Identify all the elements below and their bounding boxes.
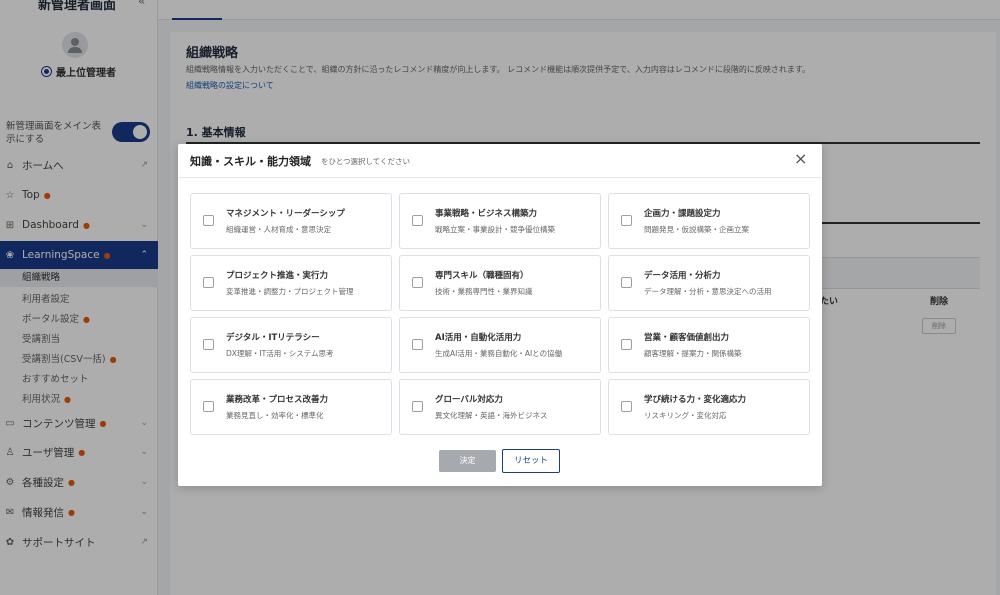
option-checkbox[interactable] <box>203 401 214 412</box>
close-icon[interactable]: × <box>794 151 807 167</box>
option-card[interactable]: 業務改革・プロセス改善力 業務見直し・効率化・標準化 <box>190 379 392 435</box>
option-card[interactable]: 事業戦略・ビジネス構築力 戦略立案・事業設計・競争優位構築 <box>399 193 601 249</box>
option-checkbox[interactable] <box>621 277 632 288</box>
modal-subtitle: をひとつ選択してください <box>321 157 411 166</box>
option-card[interactable]: データ活用・分析力 データ理解・分析・意思決定への活用 <box>608 255 810 311</box>
option-card[interactable]: マネジメント・リーダーシップ 組織運営・人材育成・意思決定 <box>190 193 392 249</box>
option-checkbox[interactable] <box>412 339 423 350</box>
skill-area-modal: 知識・スキル・能力領域 をひとつ選択してください × マネジメント・リーダーシッ… <box>178 144 822 486</box>
option-checkbox[interactable] <box>203 277 214 288</box>
modal-header: 知識・スキル・能力領域 をひとつ選択してください × <box>178 144 822 178</box>
reset-button[interactable]: リセット <box>502 449 560 473</box>
option-card[interactable]: 専門スキル（職種固有） 技術・業務専門性・業界知識 <box>399 255 601 311</box>
modal-title: 知識・スキル・能力領域 <box>190 155 311 168</box>
option-card[interactable]: グローバル対応力 異文化理解・英語・海外ビジネス <box>399 379 601 435</box>
option-card[interactable]: 企画力・課題設定力 問題発見・仮説構築・企画立案 <box>608 193 810 249</box>
option-checkbox[interactable] <box>412 215 423 226</box>
option-checkbox[interactable] <box>203 339 214 350</box>
option-checkbox[interactable] <box>621 401 632 412</box>
option-card[interactable]: AI活用・自動化活用力 生成AI活用・業務自動化・AIとの協働 <box>399 317 601 373</box>
option-checkbox[interactable] <box>621 339 632 350</box>
option-checkbox[interactable] <box>412 277 423 288</box>
option-checkbox[interactable] <box>621 215 632 226</box>
option-checkbox[interactable] <box>412 401 423 412</box>
option-card[interactable]: デジタル・ITリテラシー DX理解・IT活用・システム思考 <box>190 317 392 373</box>
option-card[interactable]: 営業・顧客価値創出力 顧客理解・提案力・関係構築 <box>608 317 810 373</box>
option-checkbox[interactable] <box>203 215 214 226</box>
option-card[interactable]: 学び続ける力・変化適応力 リスキリング・変化対応 <box>608 379 810 435</box>
decide-button[interactable]: 決定 <box>439 450 496 472</box>
option-card[interactable]: プロジェクト推進・実行力 変革推進・調整力・プロジェクト管理 <box>190 255 392 311</box>
